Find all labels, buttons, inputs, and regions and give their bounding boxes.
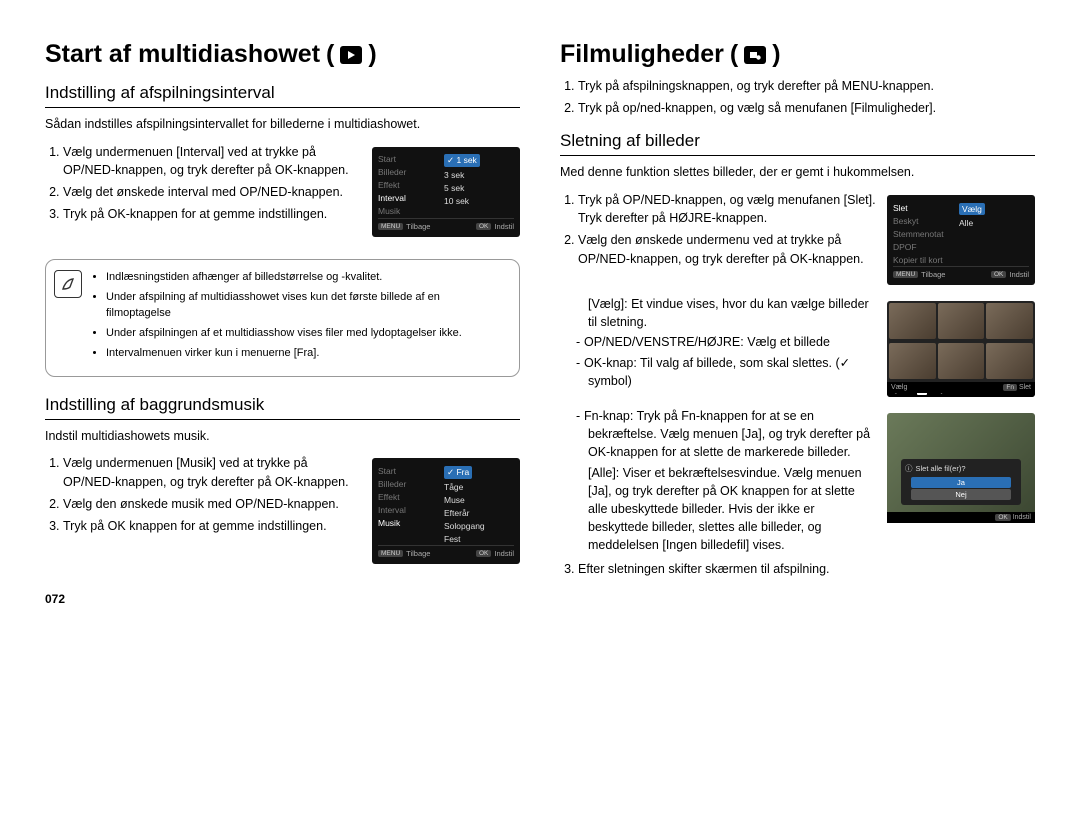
sec2-heading: Indstilling af baggrundsmusik: [45, 395, 520, 420]
delete-screenshot: Slet Beskyt Stemmenotat DPOF Kopier til …: [887, 195, 1035, 285]
music-foot: MENU Tilbage OK Indstil: [378, 545, 514, 558]
interval-menu-left: Start Billeder Effekt Interval Musik: [378, 153, 432, 218]
note-item: Under afspilning af multidiasshowet vise…: [106, 290, 507, 322]
left-heading: Start af multidiashowet ( ): [45, 40, 520, 69]
play-rect-icon: [340, 46, 362, 64]
confirm-screenshot: ⓘSlet alle fil(er)? Ja Nej OK Indstil: [887, 413, 1035, 523]
right-intro-steps: Tryk på afspilningsknappen, og tryk dere…: [560, 77, 1035, 117]
info-icon: ⓘ: [905, 463, 913, 474]
sec1-heading: Indstilling af afspilningsinterval: [45, 83, 520, 108]
yes-button: Ja: [911, 477, 1011, 488]
confirm-dialog: ⓘSlet alle fil(er)? Ja Nej: [901, 459, 1021, 505]
note-box: Indlæsningstiden afhænger af billedstørr…: [45, 259, 520, 377]
sec1-intro: Sådan indstilles afspilningsintervallet …: [45, 116, 520, 133]
music-screenshot: Start Billeder Effekt Interval Musik ✓ F…: [372, 458, 520, 564]
note-icon: [54, 270, 82, 298]
no-button: Nej: [911, 489, 1011, 500]
film-gear-icon: [744, 46, 766, 64]
note-item: Intervalmenuen virker kun i menuerne [Fr…: [106, 346, 507, 362]
right-h1-text: Filmuligheder: [560, 40, 724, 69]
list-item: Efter sletningen skifter skærmen til afs…: [578, 560, 1035, 578]
delete-menu-right: Vælg Alle: [959, 201, 1029, 229]
delete-foot: MENU Tilbage OK Indstil: [893, 266, 1029, 279]
right-heading: Filmuligheder ( ): [560, 40, 1035, 69]
select-photos-screenshot: ◀ 11 12 1 3 5 ▶ Vælg Fn Slet: [887, 301, 1035, 397]
list-item: Tryk på afspilningsknappen, og tryk dere…: [578, 77, 1035, 95]
delete-menu-left: Slet Beskyt Stemmenotat DPOF Kopier til …: [893, 201, 947, 266]
note-item: Under afspilningen af et multidiasshow v…: [106, 326, 507, 342]
right-column: Filmuligheder ( ) Tryk på afspilningskna…: [560, 40, 1035, 795]
sec2-intro: Indstil multidiashowets musik.: [45, 428, 520, 445]
interval-foot: MENU Tilbage OK Indstil: [378, 218, 514, 231]
music-menu-left: Start Billeder Effekt Interval Musik: [378, 464, 432, 529]
delete-intro: Med denne funktion slettes billeder, der…: [560, 164, 1035, 181]
left-column: Start af multidiashowet ( ) Indstilling …: [45, 40, 520, 795]
page-number: 072: [45, 592, 520, 606]
check-icon: ✓: [840, 354, 850, 372]
manual-page: Start af multidiashowet ( ) Indstilling …: [0, 0, 1080, 815]
note-item: Indlæsningstiden afhænger af billedstørr…: [106, 270, 507, 286]
open-paren: (: [326, 40, 334, 69]
interval-menu-right: ✓ 1 sek 3 sek 5 sek 10 sek: [444, 153, 514, 208]
list-item: Tryk på op/ned-knappen, og vælg så menuf…: [578, 99, 1035, 117]
left-h1-text: Start af multidiashowet: [45, 40, 320, 69]
interval-screenshot: Start Billeder Effekt Interval Musik ✓ 1…: [372, 147, 520, 237]
delete-heading: Sletning af billeder: [560, 131, 1035, 156]
step3-list: Efter sletningen skifter skærmen til afs…: [560, 560, 1035, 578]
close-paren: ): [368, 40, 376, 69]
music-menu-right: ✓ Fra Tåge Muse Efterår Solopgang Fest: [444, 464, 514, 545]
